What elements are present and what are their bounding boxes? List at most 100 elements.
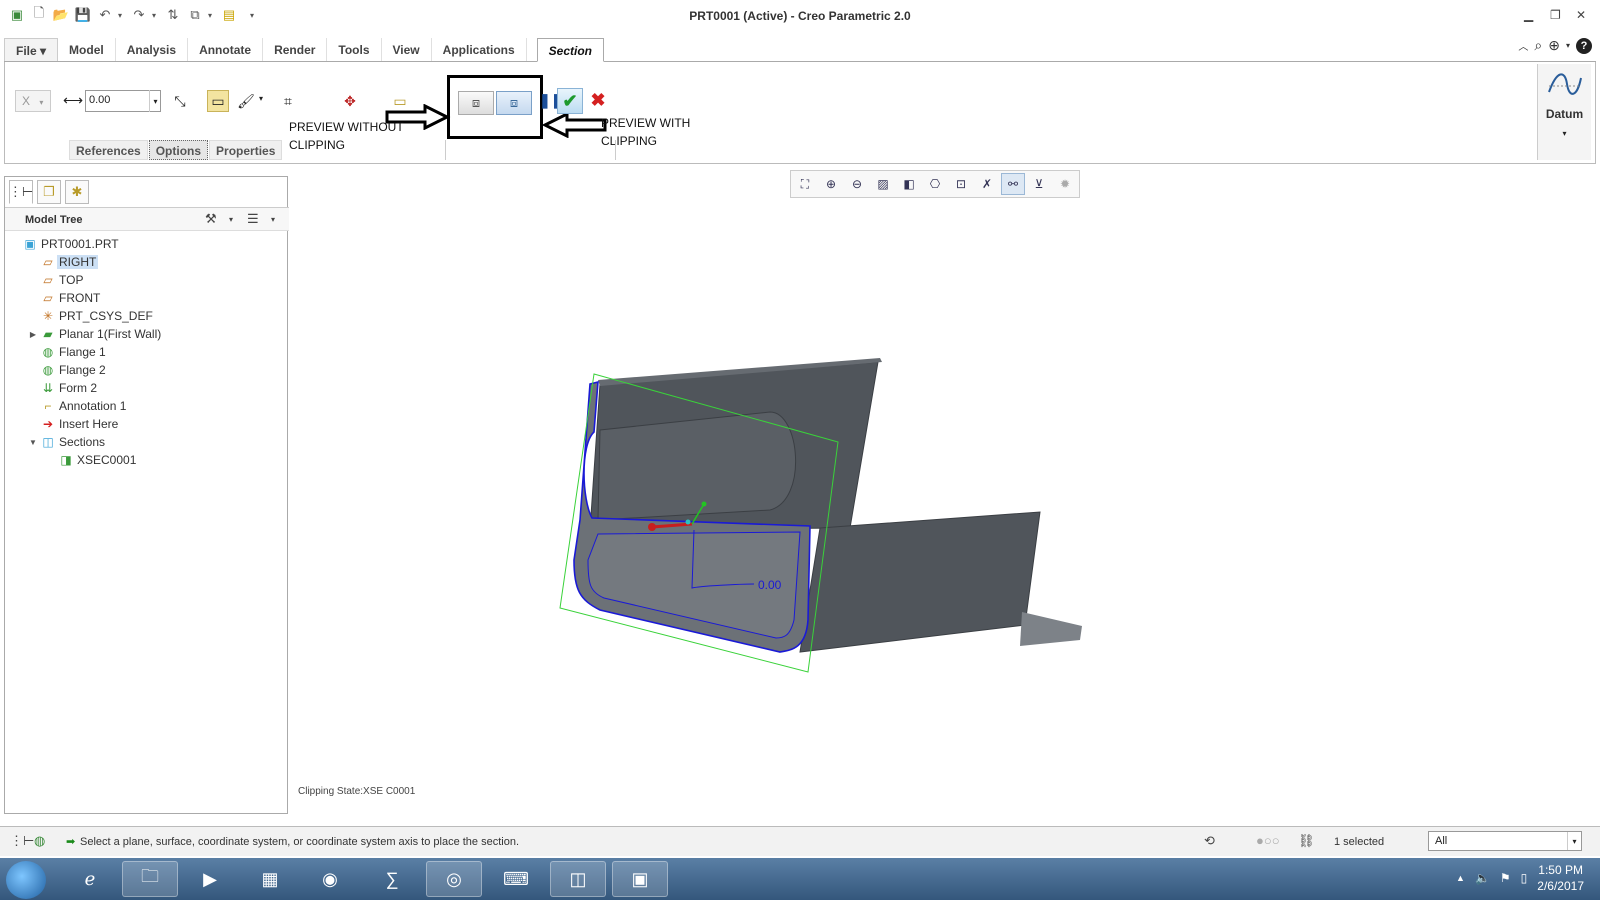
creo-taskbar-icon[interactable]: ▣: [612, 861, 668, 897]
capping-surface-icon[interactable]: ▭: [207, 90, 229, 112]
tab-view[interactable]: View: [382, 38, 432, 62]
subtab-properties[interactable]: Properties: [209, 140, 283, 160]
start-button[interactable]: [6, 861, 46, 899]
flip-direction-icon[interactable]: ⤡: [169, 90, 191, 112]
tree-node[interactable]: ⌐ Annotation 1: [5, 397, 289, 415]
tab-file[interactable]: File ▾: [4, 38, 59, 62]
refit-icon[interactable]: ⛶: [793, 173, 817, 195]
minimize-icon[interactable]: ▁: [1524, 8, 1533, 22]
tree-node[interactable]: ▼ ◫ Sections: [5, 433, 289, 451]
volume-icon[interactable]: 🔈: [1475, 871, 1490, 885]
ie-icon[interactable]: ℯ: [62, 861, 118, 897]
saved-orientations-icon[interactable]: ⎔: [923, 173, 947, 195]
model-tree-tab-icon[interactable]: ⋮⊢: [9, 180, 33, 204]
datum-display-icon[interactable]: ✗: [975, 173, 999, 195]
tree-node[interactable]: ▱ TOP: [5, 271, 289, 289]
tab-analysis[interactable]: Analysis: [116, 38, 189, 62]
find-icon[interactable]: ⛓: [1298, 833, 1315, 849]
tab-applications[interactable]: Applications: [432, 38, 527, 62]
drag-handle-point[interactable]: [648, 523, 656, 531]
accept-icon[interactable]: ✔: [557, 88, 583, 114]
community-dropdown-icon[interactable]: ▾: [1566, 41, 1570, 50]
fill-color-icon[interactable]: 🖌: [235, 90, 257, 112]
appearance-icon[interactable]: ✹: [1053, 173, 1077, 195]
solidworks-icon[interactable]: ∑: [364, 861, 420, 897]
tree-node[interactable]: ✳ PRT_CSYS_DEF: [5, 307, 289, 325]
media-player-icon[interactable]: ▶: [182, 861, 238, 897]
collapse-ribbon-icon[interactable]: ︿: [1518, 38, 1528, 53]
datum-group[interactable]: Datum ▾: [1537, 64, 1591, 160]
explorer-icon[interactable]: 🗀: [122, 861, 178, 897]
tree-node[interactable]: ◍ Flange 2: [5, 361, 289, 379]
network-icon[interactable]: ▯: [1521, 871, 1528, 885]
datum-dropdown-icon[interactable]: ▾: [1538, 129, 1591, 138]
hatch-pattern-icon[interactable]: ⌗: [277, 90, 299, 112]
action-center-icon[interactable]: ⚑: [1500, 871, 1511, 885]
tree-node[interactable]: ▱ FRONT: [5, 289, 289, 307]
axis-combo[interactable]: X ▾: [15, 90, 51, 112]
filter-dropdown-icon: ▾: [1567, 832, 1581, 850]
search-icon[interactable]: ⌕: [1534, 37, 1542, 54]
zoom-in-icon[interactable]: ⊕: [819, 173, 843, 195]
help-icon[interactable]: ?: [1576, 37, 1592, 54]
sticky-notes-icon[interactable]: ◫: [550, 861, 606, 897]
tab-model[interactable]: Model: [58, 38, 116, 62]
tree-show-dropdown-icon[interactable]: ▾: [271, 215, 275, 224]
model-tree: ▣ PRT0001.PRT ▱ RIGHT ▱ TOP ▱ FRONT ✳ PRT_CSYS_DE…: [5, 235, 289, 469]
browser-toggle-icon[interactable]: ◍: [34, 833, 45, 849]
display-style-icon[interactable]: ◧: [897, 173, 921, 195]
clock[interactable]: 1:50 PM 2/6/2017: [1537, 862, 1584, 894]
firefox-icon[interactable]: ◉: [302, 861, 358, 897]
subtab-options[interactable]: Options: [148, 140, 209, 160]
close-icon[interactable]: ✕: [1576, 8, 1586, 22]
regen-status-icon[interactable]: ⟲: [1204, 833, 1215, 849]
subtab-references[interactable]: References: [69, 140, 148, 160]
keyboard-icon[interactable]: ⌨: [488, 861, 544, 897]
tree-settings-icon[interactable]: ⚒: [205, 211, 217, 227]
tree-show-icon[interactable]: ☰: [247, 211, 259, 227]
title-bar: ▣ 🗋 📂 💾 ↶ ▾ ↷ ▾ ⇅ ⧉ ▾ ▤ ▾ PRT0001 (Activ…: [0, 0, 1600, 32]
cancel-icon[interactable]: ✖: [587, 89, 609, 111]
csys-icon: ✳: [42, 309, 54, 323]
model-viewport[interactable]: [290, 166, 1596, 812]
tree-node-label: RIGHT: [57, 255, 99, 269]
tree-node[interactable]: ▣ PRT0001.PRT: [5, 235, 289, 253]
tree-settings-dropdown-icon[interactable]: ▾: [229, 215, 233, 224]
restore-icon[interactable]: ❐: [1550, 8, 1561, 22]
repaint-icon[interactable]: ▨: [871, 173, 895, 195]
zoom-out-icon[interactable]: ⊖: [845, 173, 869, 195]
selection-filter-value: All: [1435, 835, 1448, 847]
selection-filter[interactable]: All ▾: [1428, 831, 1582, 851]
tab-render[interactable]: Render: [263, 38, 328, 62]
tab-section[interactable]: Section: [536, 38, 605, 62]
tree-node[interactable]: ▶ ▰ Planar 1(First Wall): [5, 325, 289, 343]
tree-node[interactable]: ▱ RIGHT: [5, 253, 289, 271]
community-icon[interactable]: ⊕: [1548, 37, 1560, 54]
tree-node[interactable]: ➔ Insert Here: [5, 415, 289, 433]
tab-tools[interactable]: Tools: [327, 38, 382, 62]
calculator-icon[interactable]: ▦: [242, 861, 298, 897]
folder-browser-tab-icon[interactable]: ❐: [37, 180, 61, 204]
spin-center-icon[interactable]: ⚯: [1001, 173, 1025, 195]
selected-count[interactable]: 1 selected: [1334, 836, 1384, 848]
preview-with-clipping-button[interactable]: ⧈: [496, 91, 532, 115]
tree-node[interactable]: ◨ XSEC0001: [5, 451, 289, 469]
tab-annotate[interactable]: Annotate: [188, 38, 264, 62]
favorites-tab-icon[interactable]: ✱: [65, 180, 89, 204]
offset-dropdown-icon[interactable]: ▾: [149, 90, 161, 112]
tree-node[interactable]: ◍ Flange 1: [5, 343, 289, 361]
preview-without-clipping-button[interactable]: ⧈: [458, 91, 494, 115]
ribbon-divider: [615, 140, 616, 160]
dimension-value-label[interactable]: 0.00: [758, 578, 781, 592]
show-hidden-icons-icon[interactable]: ▲: [1456, 873, 1465, 883]
annotation-display-icon[interactable]: ⊻: [1027, 173, 1051, 195]
fill-color-dropdown-icon[interactable]: ▾: [259, 94, 263, 103]
expand-toggle-icon[interactable]: ▶: [27, 330, 39, 339]
tree-node[interactable]: ⇊ Form 2: [5, 379, 289, 397]
navigator-toggle-icon[interactable]: ⋮⊢: [10, 833, 34, 849]
graphics-window[interactable]: 0.00: [290, 166, 1596, 812]
chrome-icon[interactable]: ◎: [426, 861, 482, 897]
view-manager-icon[interactable]: ⊡: [949, 173, 973, 195]
drag-section-icon[interactable]: ✥: [339, 90, 361, 112]
expand-toggle-icon[interactable]: ▼: [27, 438, 39, 447]
